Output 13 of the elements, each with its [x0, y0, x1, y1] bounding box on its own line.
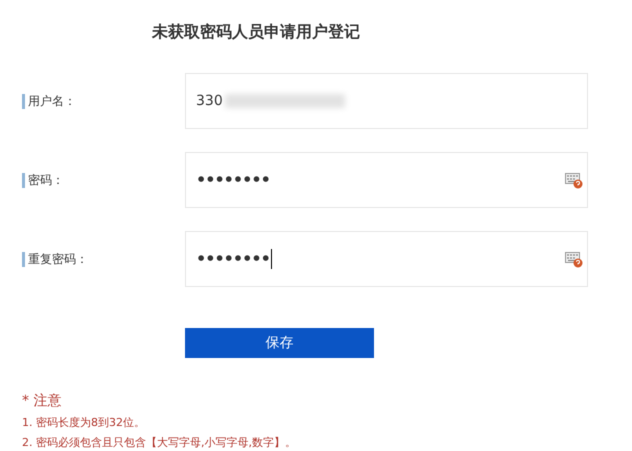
notice-text: 1. 密码长度为8到32位。 — [22, 415, 146, 431]
field-label: 密码： — [22, 172, 64, 188]
input-field[interactable]: •••••••• — [185, 231, 588, 287]
keyboard-icon[interactable] — [565, 252, 583, 268]
input-field[interactable]: •••••••• — [185, 152, 588, 208]
field-label: 重复密码： — [22, 252, 88, 266]
notice-text: 2. 密码必须包含且只包含【大写字母,小写字母,数字】。 — [22, 434, 297, 450]
input-field[interactable]: 330 — [185, 73, 588, 129]
field-label: 用户名： — [22, 94, 76, 108]
page-title: 未获取密码人员申请用户登记 — [152, 21, 361, 43]
save-button[interactable]: 保存 — [185, 328, 374, 358]
notice-heading: * 注意 — [22, 392, 62, 411]
keyboard-icon[interactable] — [565, 173, 583, 189]
